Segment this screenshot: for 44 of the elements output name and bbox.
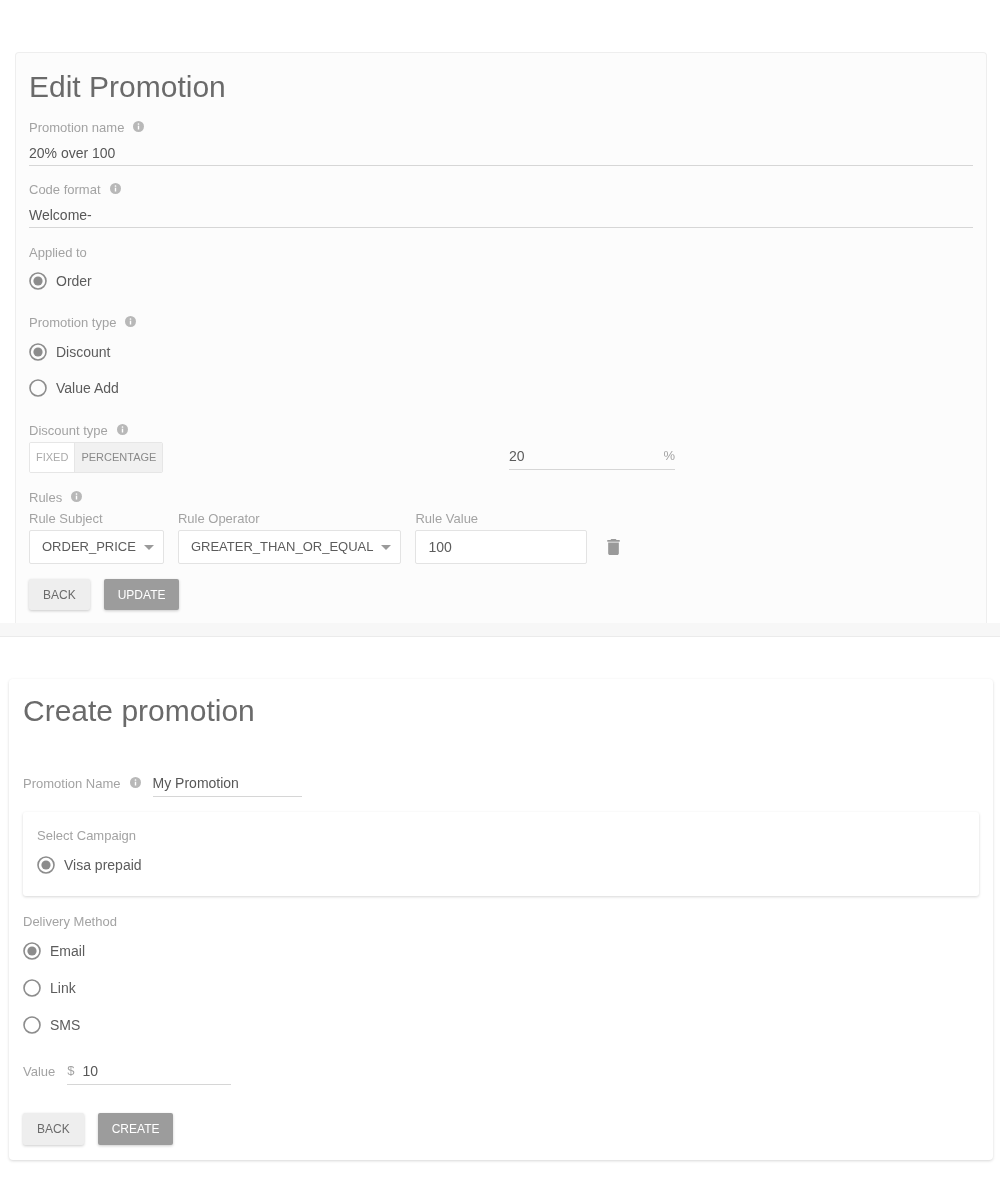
radio-option[interactable]: Discount [29,340,111,364]
radio-icon[interactable] [23,942,41,960]
field-label: Select Campaign [37,827,136,845]
radio-icon[interactable] [29,343,47,361]
field-label: Promotion Name [23,775,121,793]
currency-sign: $ [67,1062,75,1080]
rule-value-field[interactable]: 100 [415,530,588,564]
field-label: Applied to [29,244,87,262]
column-label: Rule Subject [29,510,103,528]
radio-icon[interactable] [29,272,47,290]
radio-option[interactable]: Visa prepaid [37,853,142,877]
radio-option[interactable]: Order [29,269,92,293]
amount-field[interactable]: 20 % [509,445,675,470]
back-button[interactable]: BACK [29,579,90,610]
text-field[interactable]: My Promotion [152,773,302,797]
radio-icon[interactable] [29,379,47,397]
text-field[interactable]: 20% over 100 [29,143,973,166]
radio-icon[interactable] [37,856,55,874]
text-field[interactable]: Welcome- [29,205,973,228]
page-title: Edit Promotion [29,69,227,105]
field-label: Code format [29,181,101,199]
radio-icon[interactable] [23,1016,41,1034]
field-label: Promotion type [29,314,117,332]
radio-option[interactable]: Email [23,939,85,963]
trash-icon[interactable] [607,539,621,555]
radio-option[interactable]: Link [23,976,76,1000]
caret-icon [143,544,154,550]
field-label: Value [23,1063,56,1081]
field-label: Rules [29,489,63,507]
field-label: Promotion name [29,119,125,137]
field-label: Discount type [29,422,108,440]
caret-icon [381,544,392,550]
value-field[interactable]: $ 10 [67,1061,232,1085]
rule-operator-select[interactable]: GREATER_THAN_OR_EQUAL [177,530,402,564]
rule-subject-select[interactable]: ORDER_PRICE [29,530,164,564]
column-label: Rule Value [415,510,479,528]
column-label: Rule Operator [177,510,260,528]
page-title: Create promotion [23,693,256,729]
radio-icon[interactable] [23,979,41,997]
field-label: Delivery Method [23,913,117,931]
percent-sign: % [663,446,675,465]
back-button[interactable]: BACK [23,1113,84,1145]
radio-option[interactable]: Value Add [29,376,119,400]
radio-option[interactable]: SMS [23,1013,81,1037]
